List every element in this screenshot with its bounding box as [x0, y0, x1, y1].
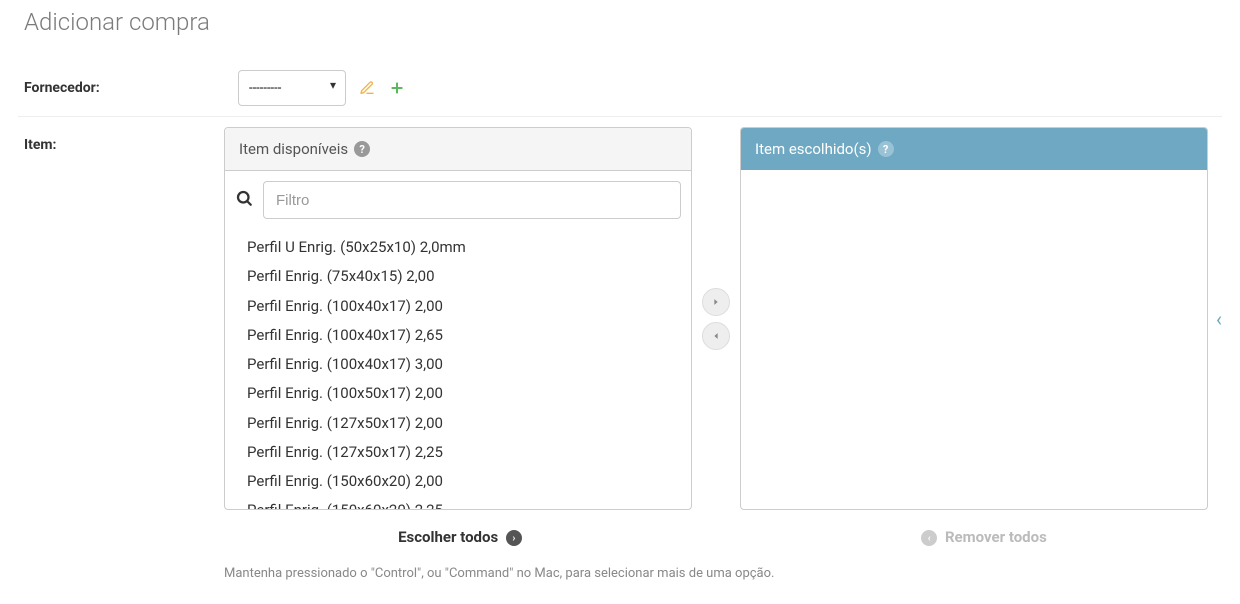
available-panel-header: Item disponíveis ?: [225, 128, 691, 171]
arrow-left-icon: ‹: [921, 530, 937, 546]
help-icon[interactable]: ?: [878, 141, 894, 157]
list-item[interactable]: Perfil Enrig. (100x40x17) 2,00: [225, 292, 691, 321]
list-item[interactable]: Perfil Enrig. (100x40x17) 2,65: [225, 321, 691, 350]
chosen-panel: Item escolhido(s) ?: [740, 127, 1208, 510]
chosen-items-list[interactable]: [741, 170, 1207, 504]
chosen-panel-header: Item escolhido(s) ?: [741, 128, 1207, 170]
filter-input[interactable]: [263, 181, 681, 219]
plus-icon[interactable]: [389, 80, 405, 96]
right-edge-indicator: ‹: [1216, 127, 1222, 510]
item-label: Item:: [18, 127, 224, 153]
move-left-button[interactable]: [702, 322, 730, 350]
transfer-controls: [700, 127, 732, 510]
fornecedor-label: Fornecedor:: [18, 70, 238, 96]
arrow-right-icon: ›: [506, 530, 522, 546]
list-item[interactable]: Perfil Enrig. (127x50x17) 2,25: [225, 438, 691, 467]
remove-all-link: ‹ Remover todos: [744, 522, 1220, 552]
list-item[interactable]: Perfil U Enrig. (50x25x10) 2,0mm: [225, 233, 691, 262]
list-item[interactable]: Perfil Enrig. (100x50x17) 2,00: [225, 379, 691, 408]
fornecedor-row: Fornecedor: ---------: [18, 60, 1222, 116]
pencil-icon[interactable]: [359, 80, 375, 96]
list-item[interactable]: Perfil Enrig. (150x60x20) 2,00: [225, 467, 691, 496]
chosen-panel-title: Item escolhido(s): [755, 140, 872, 158]
list-item[interactable]: Perfil Enrig. (127x50x17) 2,00: [225, 409, 691, 438]
list-item[interactable]: Perfil Enrig. (75x40x15) 2,00: [225, 262, 691, 291]
remove-all-label: Remover todos: [945, 528, 1047, 546]
choose-all-label: Escolher todos: [398, 528, 498, 546]
move-right-button[interactable]: [702, 288, 730, 316]
available-panel: Item disponíveis ? Perfil U Enrig. (50x2…: [224, 127, 692, 510]
hint-text: Mantenha pressionado o "Control", ou "Co…: [224, 566, 1222, 581]
page-title: Adicionar compra: [24, 8, 1222, 36]
search-icon: [235, 189, 253, 211]
available-panel-title: Item disponíveis: [239, 140, 348, 158]
item-row: Item: Item disponíveis ? Perfil U Enrig.…: [18, 116, 1222, 591]
fornecedor-select[interactable]: ---------: [238, 70, 346, 106]
available-items-list[interactable]: Perfil U Enrig. (50x25x10) 2,0mmPerfil E…: [225, 229, 691, 509]
choose-all-link[interactable]: Escolher todos ›: [224, 522, 700, 552]
help-icon[interactable]: ?: [354, 141, 370, 157]
list-item[interactable]: Perfil Enrig. (150x60x20) 2,25: [225, 496, 691, 509]
list-item[interactable]: Perfil Enrig. (100x40x17) 3,00: [225, 350, 691, 379]
